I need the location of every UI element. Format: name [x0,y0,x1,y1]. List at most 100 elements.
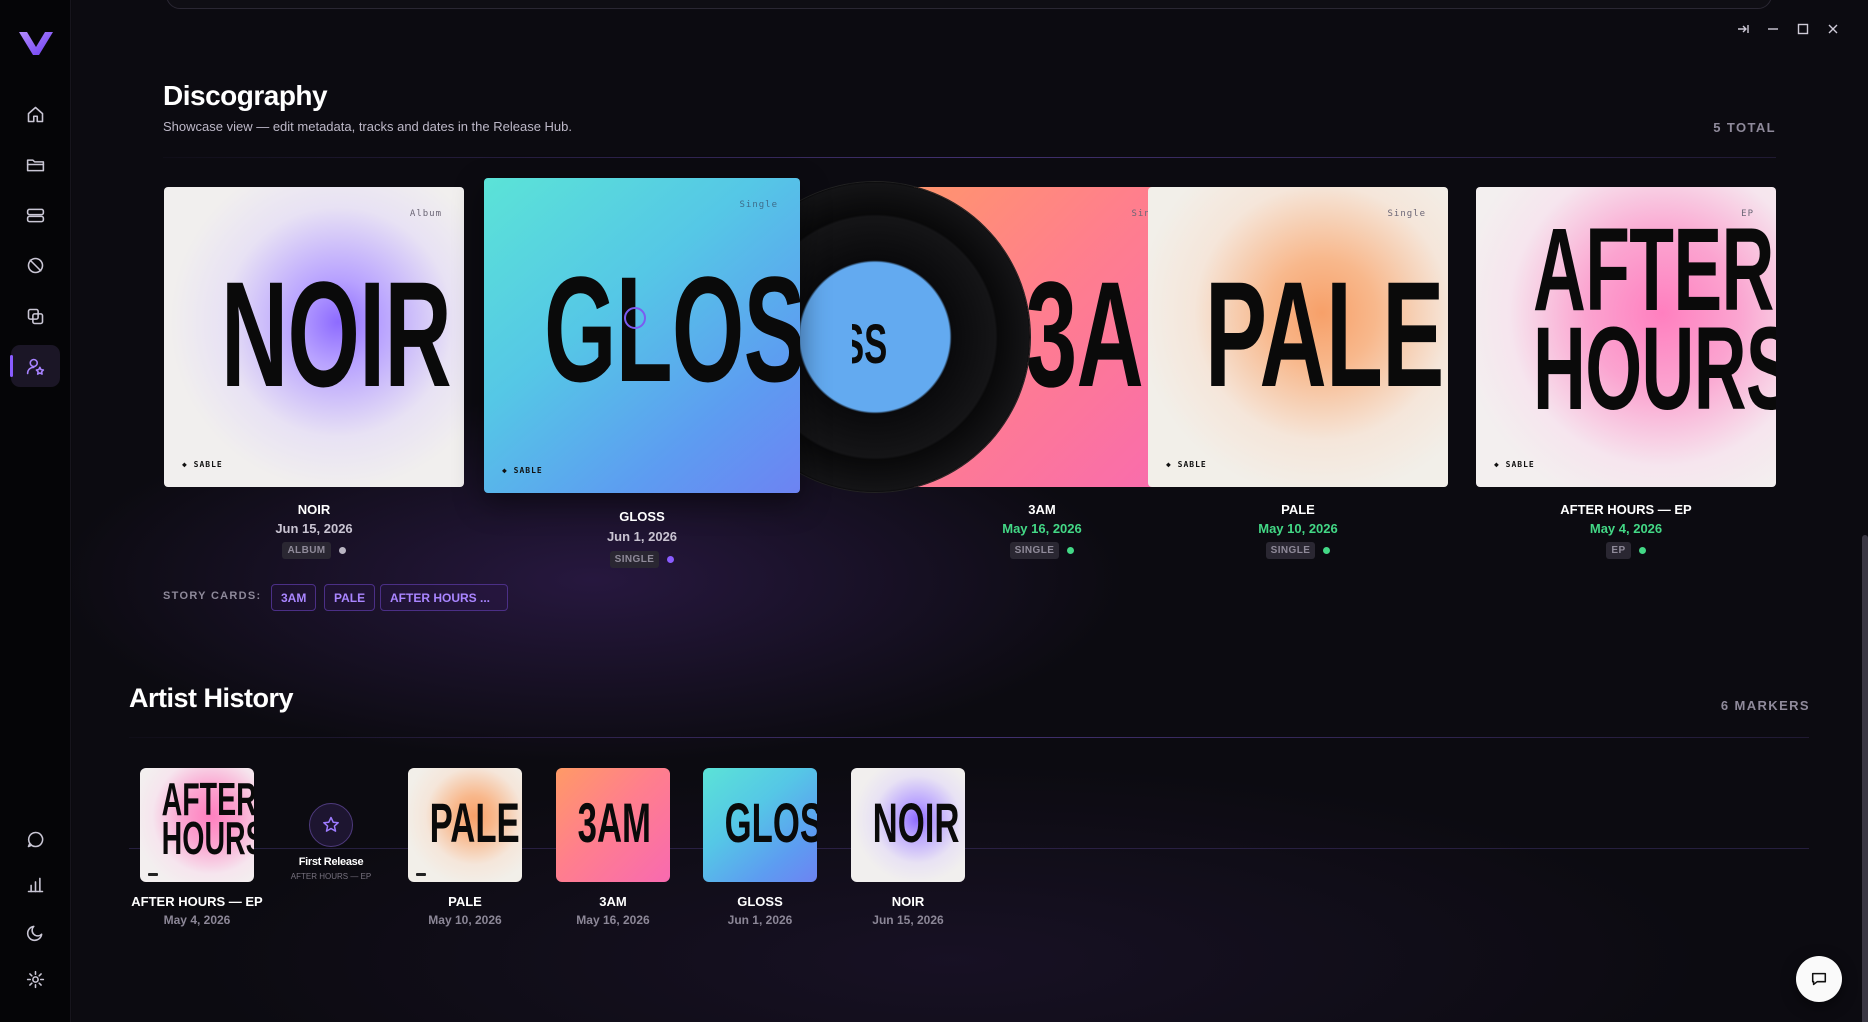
release-name: 3AM [1028,502,1056,517]
timeline-cover-after-hours[interactable]: AFTER HOURS [140,768,254,882]
timeline-date: Jun 1, 2026 [727,913,793,927]
release-date: May 4, 2026 [1589,521,1663,536]
brand-logo: ◆ SABLE [1166,460,1207,469]
artist-history-title: Artist History [129,683,294,713]
disc-icon [27,257,44,273]
chat-button[interactable] [1796,956,1842,1002]
timeline-date: Jun 15, 2026 [872,913,944,927]
timeline-date: May 16, 2026 [576,913,650,927]
cover-title-art-line2: HOURS [1533,303,1776,435]
release-name: NOIR [297,502,331,517]
cover-title-art: NOIR [872,791,960,854]
server-icon [26,208,45,222]
release-meta: EP [1476,542,1776,559]
status-dot [667,556,675,563]
user-star-icon [26,358,45,375]
release-card-after-hours[interactable]: EP AFTER HOURS ◆ SABLE [1476,187,1776,487]
nav-settings[interactable] [11,958,60,1000]
brand-logo: ◆ SABLE [182,460,223,469]
discography-title: Discography [163,80,328,111]
moon-icon [26,925,43,941]
home-icon [27,106,44,122]
message-icon [27,831,44,847]
brand-logo [416,873,426,876]
brand-logo [148,873,158,876]
status-dot [338,547,346,554]
nav-files[interactable] [11,143,60,185]
close-button[interactable] [1824,20,1842,38]
timeline-name: AFTER HOURS — EP [131,894,263,909]
maximize-icon [1797,23,1809,35]
main-content: Discography Showcase view — edit metadat… [72,0,1868,1022]
section-divider [129,737,1809,738]
story-cards-label: STORY CARDS: [163,590,262,602]
status-dot [1067,547,1075,554]
nav-home[interactable] [11,93,60,135]
release-meta: SINGLE [892,542,1192,559]
timeline-cover-noir[interactable]: NOIR [851,768,965,882]
release-type-badge: EP [1606,542,1631,559]
nav-theme[interactable] [11,911,60,953]
section-divider [163,157,1776,158]
story-card-chip-after-hours[interactable]: AFTER HOURS ... [380,584,508,611]
brand-logo: ◆ SABLE [502,466,543,475]
status-dot [1323,547,1331,554]
release-date: May 10, 2026 [1258,521,1338,536]
release-name: GLOSS [619,509,665,524]
timeline-name: PALE [448,894,482,909]
search-bar[interactable] [166,0,1772,9]
scrollbar[interactable] [1862,535,1868,1022]
timeline-name: 3AM [599,894,627,909]
timeline-name: NOIR [891,894,925,909]
minimize-button[interactable] [1764,20,1782,38]
cover-title-art: GLOSS [724,791,817,854]
timeline-date: May 10, 2026 [428,913,502,927]
nav-storage[interactable] [11,194,60,236]
release-meta: SINGLE [1148,542,1448,559]
release-date: Jun 1, 2026 [606,529,678,544]
story-card-chip-3am[interactable]: 3AM [271,584,317,611]
brand-logo: ◆ SABLE [1494,460,1535,469]
arrow-to-right-icon [1738,25,1749,33]
nav-stats[interactable] [11,863,60,905]
release-card-noir[interactable]: Album NOIR ◆ SABLE [164,187,464,487]
release-type-badge: SINGLE [1009,542,1060,559]
release-date: May 16, 2026 [1002,521,1082,536]
cover-title-art: PALE [429,791,520,854]
markers-count: 6 MARKERS [1720,698,1810,713]
cover-title-art-line2: HOURS [161,812,254,864]
timeline-cover-3am[interactable]: 3AM [556,768,670,882]
release-type-badge: SINGLE [1265,542,1316,559]
timeline-cover-pale[interactable]: PALE [408,768,522,882]
cursor-ring [624,307,646,329]
milestone-title: First Release [298,856,364,868]
maximize-button[interactable] [1794,20,1812,38]
release-type-badge: ALBUM [282,542,331,559]
milestone-subtitle: AFTER HOURS — EP [290,872,372,881]
bar-chart-icon [27,877,44,892]
timeline-cover-gloss[interactable]: GLOSS [703,768,817,882]
release-name: PALE [1281,502,1315,517]
star-icon [323,816,339,832]
timeline-date: May 4, 2026 [163,913,231,927]
nav-artist[interactable] [10,345,60,387]
minimize-icon [1768,28,1778,30]
timeline-name: GLOSS [737,894,783,909]
total-count: 5 TOTAL [1713,120,1776,135]
app-logo-icon[interactable] [17,27,55,59]
vinyl-label-text: OSS [852,312,888,367]
release-name: AFTER HOURS — EP [1560,502,1692,517]
story-card-chip-pale[interactable]: PALE [324,584,376,611]
nav-copy[interactable] [11,295,60,337]
nav-disc[interactable] [11,244,60,286]
release-card-gloss[interactable]: Single GLOSS ◆ SABLE [484,178,800,493]
nav-chat[interactable] [11,818,60,860]
release-date: Jun 15, 2026 [275,521,353,536]
milestone-marker[interactable] [309,803,353,847]
cover-title-art: NOIR [221,250,452,418]
release-card-pale[interactable]: Single PALE ◆ SABLE [1148,187,1448,487]
release-type-tag: Album [409,209,442,219]
collapse-window-button[interactable] [1734,20,1752,38]
timeline-axis [129,848,1809,849]
release-meta: ALBUM [164,542,464,559]
